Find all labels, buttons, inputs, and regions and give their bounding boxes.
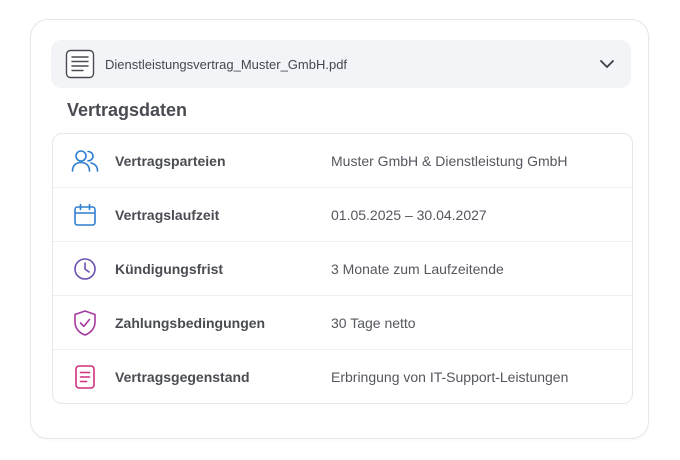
detail-row-kuendigungsfrist: Kündigungsfrist 3 Monate zum Laufzeitend… bbox=[53, 242, 632, 296]
shield-check-icon bbox=[71, 309, 99, 337]
detail-row-vertragsparteien: Vertragsparteien Muster GmbH & Dienstlei… bbox=[53, 134, 632, 188]
document-icon bbox=[65, 49, 95, 79]
detail-label: Vertragsgegenstand bbox=[115, 368, 250, 385]
file-dropdown[interactable]: Dienstleistungsvertrag_Muster_GmbH.pdf bbox=[51, 40, 631, 88]
contract-details-list: Vertragsparteien Muster GmbH & Dienstlei… bbox=[52, 133, 633, 404]
section-title: Vertragsdaten bbox=[67, 100, 188, 120]
calendar-icon bbox=[71, 201, 99, 229]
detail-label: Zahlungsbedingungen bbox=[115, 314, 266, 331]
file-name: Dienstleistungsvertrag_Muster_GmbH.pdf bbox=[105, 56, 348, 72]
detail-value: Erbringung von IT-Support-Leistungen bbox=[331, 368, 569, 385]
document-text-icon bbox=[71, 363, 99, 391]
detail-label: Vertragsparteien bbox=[115, 152, 226, 169]
detail-value: 30 Tage netto bbox=[331, 314, 416, 331]
detail-label: Kündigungsfrist bbox=[115, 260, 224, 277]
chevron-down-icon[interactable] bbox=[597, 54, 617, 74]
detail-row-vertragslaufzeit: Vertragslaufzeit 01.05.2025 – 30.04.2027 bbox=[53, 188, 632, 242]
clock-icon bbox=[71, 255, 99, 283]
detail-value: 01.05.2025 – 30.04.2027 bbox=[331, 206, 487, 223]
contract-card: Dienstleistungsvertrag_Muster_GmbH.pdf V… bbox=[30, 19, 649, 439]
detail-value: Muster GmbH & Dienstleistung GmbH bbox=[331, 152, 568, 169]
detail-value: 3 Monate zum Laufzeitende bbox=[331, 260, 504, 277]
detail-label: Vertragslaufzeit bbox=[115, 206, 220, 223]
detail-row-zahlungsbedingungen: Zahlungsbedingungen 30 Tage netto bbox=[53, 296, 632, 350]
detail-row-vertragsgegenstand: Vertragsgegenstand Erbringung von IT-Sup… bbox=[53, 350, 632, 403]
users-icon bbox=[71, 147, 99, 175]
